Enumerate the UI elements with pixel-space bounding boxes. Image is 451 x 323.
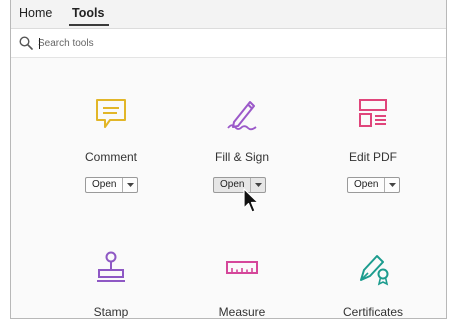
chevron-down-icon bbox=[126, 182, 134, 187]
tools-window: Home Tools Comment Open bbox=[10, 0, 447, 319]
pen-sign-icon bbox=[227, 101, 257, 131]
tool-label: Edit PDF bbox=[348, 150, 397, 164]
tool-fill-sign[interactable]: Fill & Sign Open bbox=[187, 96, 297, 196]
open-button[interactable]: Open bbox=[86, 178, 124, 192]
tool-comment[interactable]: Comment Open bbox=[56, 96, 166, 196]
tab-home[interactable]: Home bbox=[19, 6, 52, 20]
open-button-group: Open bbox=[85, 177, 139, 193]
search-input[interactable] bbox=[38, 34, 338, 52]
chevron-down-icon bbox=[388, 182, 396, 187]
text-cursor bbox=[39, 38, 40, 49]
tool-label: Comment bbox=[84, 150, 137, 164]
tool-label: Measure bbox=[218, 305, 266, 319]
tool-certificates[interactable]: Certificates bbox=[318, 250, 428, 319]
active-tab-indicator bbox=[69, 24, 109, 26]
tool-stamp[interactable]: Stamp bbox=[56, 250, 166, 319]
chevron-down-icon bbox=[254, 182, 262, 187]
tool-measure[interactable]: Measure bbox=[187, 250, 297, 319]
dropdown-button[interactable] bbox=[123, 178, 137, 192]
dropdown-button[interactable] bbox=[385, 178, 399, 192]
open-button-group: Open bbox=[347, 177, 401, 193]
search-bar bbox=[11, 29, 446, 58]
mouse-pointer-icon bbox=[243, 188, 259, 213]
stamp-icon bbox=[97, 251, 125, 282]
tool-edit-pdf[interactable]: Edit PDF Open bbox=[318, 96, 428, 196]
comment-icon bbox=[96, 99, 126, 128]
tool-label: Certificates bbox=[342, 305, 404, 319]
tool-label: Fill & Sign bbox=[214, 150, 270, 164]
tab-tools[interactable]: Tools bbox=[72, 6, 104, 20]
search-icon bbox=[19, 36, 33, 50]
open-button[interactable]: Open bbox=[348, 178, 386, 192]
tool-label: Stamp bbox=[93, 305, 129, 319]
certificate-pen-icon bbox=[360, 255, 389, 286]
ruler-icon bbox=[226, 261, 258, 274]
top-tab-bar: Home Tools bbox=[11, 0, 446, 29]
edit-pdf-icon bbox=[359, 99, 387, 127]
